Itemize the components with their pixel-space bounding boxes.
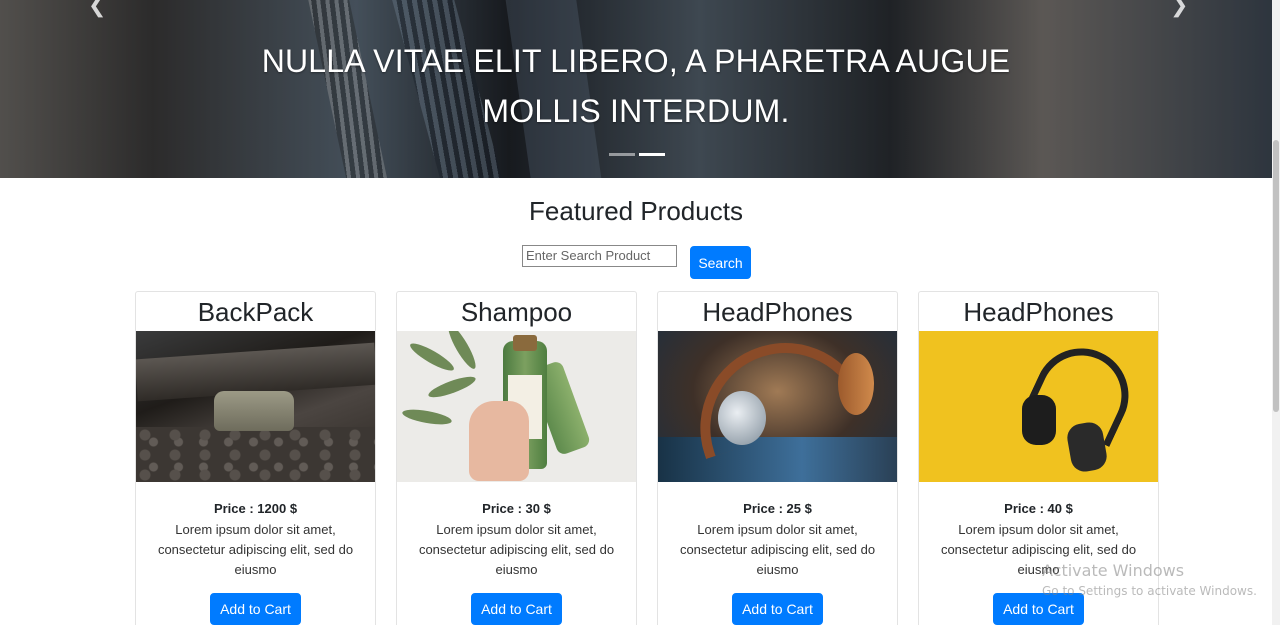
product-card: HeadPhones Price : 25 $ Lorem ipsum dolo… — [657, 291, 898, 625]
product-grid: BackPack Price : 1200 $ Lorem ipsum dolo… — [135, 291, 1159, 625]
product-price: Price : 1200 $ — [213, 501, 298, 516]
chevron-left-icon[interactable]: ❮ — [88, 0, 106, 18]
product-price: Price : 25 $ — [743, 501, 812, 516]
product-image — [397, 331, 636, 482]
product-title: HeadPhones — [963, 297, 1114, 327]
add-to-cart-button[interactable]: Add to Cart — [471, 593, 562, 625]
product-title: HeadPhones — [702, 297, 853, 327]
product-card: Shampoo Price : 30 $ Lorem ipsum dolor s… — [396, 291, 637, 625]
product-title: BackPack — [197, 297, 314, 327]
add-to-cart-button[interactable]: Add to Cart — [993, 593, 1084, 625]
product-description: Lorem ipsum dolor sit amet, consectetur … — [940, 522, 1137, 577]
carousel-indicator-1[interactable] — [609, 153, 635, 156]
add-to-cart-button[interactable]: Add to Cart — [732, 593, 823, 625]
product-price: Price : 30 $ — [482, 501, 551, 516]
search-button[interactable]: Search — [690, 246, 751, 279]
carousel-indicators — [609, 153, 665, 156]
product-description: Lorem ipsum dolor sit amet, consectetur … — [157, 522, 354, 577]
product-price: Price : 40 $ — [1004, 501, 1073, 516]
section-title: Featured Products — [529, 196, 743, 226]
chevron-right-icon[interactable]: ❯ — [1170, 0, 1188, 18]
product-title: Shampoo — [460, 297, 573, 327]
add-to-cart-button[interactable]: Add to Cart — [210, 593, 301, 625]
product-image — [136, 331, 375, 482]
scrollbar-thumb[interactable] — [1273, 140, 1279, 412]
product-card: BackPack Price : 1200 $ Lorem ipsum dolo… — [135, 291, 376, 625]
page-scrollbar[interactable] — [1272, 0, 1280, 625]
search-input[interactable] — [522, 244, 677, 267]
product-card: HeadPhones Price : 40 $ Lorem ipsum dolo… — [918, 291, 1159, 625]
product-image — [919, 331, 1158, 482]
product-image — [658, 331, 897, 482]
product-description: Lorem ipsum dolor sit amet, consectetur … — [679, 522, 876, 577]
search-bar: Search — [522, 244, 751, 279]
hero-carousel: ❮ ❯ Nulla vitae elit libero, a pharetra … — [0, 0, 1272, 178]
carousel-indicator-2[interactable] — [639, 153, 665, 156]
product-description: Lorem ipsum dolor sit amet, consectetur … — [418, 522, 615, 577]
carousel-caption: Nulla vitae elit libero, a pharetra augu… — [261, 43, 1011, 129]
